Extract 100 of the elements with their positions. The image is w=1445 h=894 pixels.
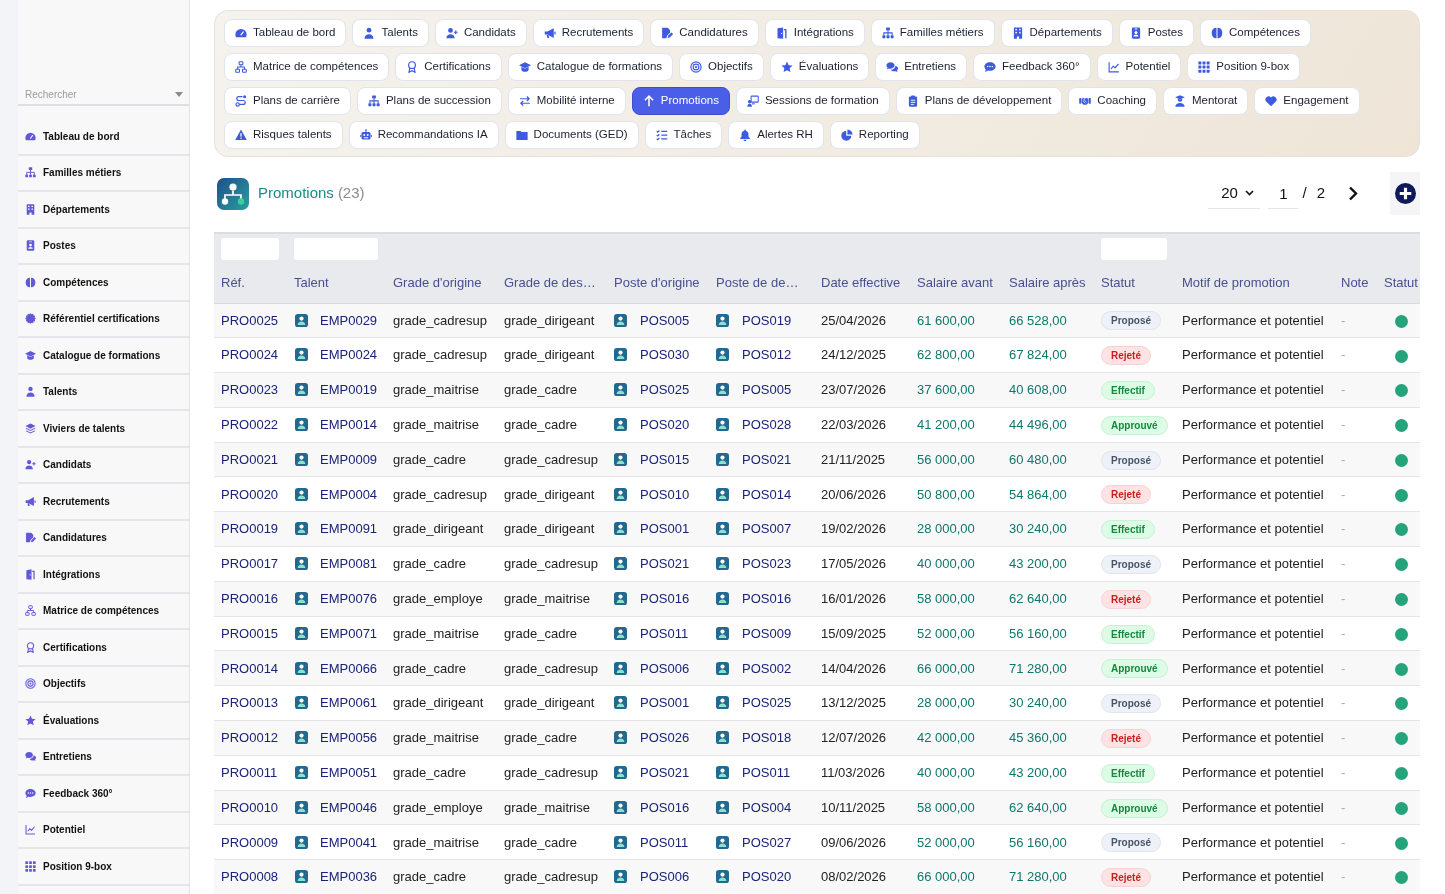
position-link[interactable]: POS025 <box>742 695 792 711</box>
position-link[interactable]: POS004 <box>742 799 792 815</box>
nav-tab[interactable]: Engagement <box>1254 87 1360 115</box>
position-link[interactable]: POS005 <box>742 382 792 398</box>
promotion-link[interactable]: PRO0020 <box>221 486 279 502</box>
position-link[interactable]: POS020 <box>640 417 690 433</box>
search-field[interactable]: Rechercher <box>18 84 189 106</box>
sidebar-item[interactable]: Tableau de bord <box>18 119 189 156</box>
position-link[interactable]: POS011 <box>640 834 689 850</box>
column-header[interactable]: Statut <box>1384 275 1418 290</box>
nav-tab[interactable]: Reporting <box>829 121 920 149</box>
nav-tab[interactable]: Plans de carrière <box>224 87 351 115</box>
nav-tab[interactable]: Tâches <box>644 121 723 149</box>
promotion-link[interactable]: PRO0016 <box>221 591 279 606</box>
talent-link[interactable]: EMP0046 <box>320 799 378 815</box>
position-link[interactable]: POS020 <box>742 869 792 885</box>
position-link[interactable]: POS025 <box>640 382 690 398</box>
talent-link[interactable]: EMP0051 <box>320 765 378 780</box>
column-header[interactable]: Date effective <box>821 275 901 290</box>
nav-tab[interactable]: Coaching <box>1068 87 1157 115</box>
column-header[interactable]: Statut <box>1101 275 1135 290</box>
column-header[interactable]: Salaire après <box>1009 275 1086 290</box>
next-page-button[interactable] <box>1348 186 1358 201</box>
nav-tab[interactable]: Recrutements <box>532 19 645 47</box>
nav-tab[interactable]: Postes <box>1118 19 1194 47</box>
position-link[interactable]: POS018 <box>742 730 792 746</box>
nav-tab[interactable]: Certifications <box>395 53 502 81</box>
column-header[interactable]: Réf. <box>221 275 245 290</box>
sidebar-item[interactable]: Intégrations <box>18 557 189 594</box>
nav-tab[interactable]: Alertes RH <box>728 121 824 149</box>
nav-tab[interactable]: Catalogue de formations <box>507 53 674 81</box>
talent-link[interactable]: EMP0029 <box>320 312 378 328</box>
promotion-link[interactable]: PRO0024 <box>221 347 279 363</box>
talent-link[interactable]: EMP0014 <box>320 417 378 433</box>
position-link[interactable]: POS011 <box>742 765 791 780</box>
position-link[interactable]: POS014 <box>742 486 792 502</box>
position-link[interactable]: POS021 <box>640 765 690 780</box>
position-link[interactable]: POS010 <box>640 486 690 502</box>
talent-link[interactable]: EMP0066 <box>320 660 378 676</box>
sidebar-item[interactable]: Candidatures <box>18 520 189 557</box>
talent-link[interactable]: EMP0076 <box>320 591 378 606</box>
column-header[interactable]: Poste d'origine <box>614 275 700 290</box>
position-link[interactable]: POS026 <box>640 730 690 746</box>
promotion-link[interactable]: PRO0022 <box>221 417 279 433</box>
sidebar-item[interactable]: Catalogue de formations <box>18 338 189 375</box>
promotion-link[interactable]: PRO0012 <box>221 730 279 746</box>
talent-link[interactable]: EMP0024 <box>320 347 378 363</box>
nav-tab[interactable]: Compétences <box>1199 19 1311 47</box>
position-link[interactable]: POS011 <box>640 625 689 641</box>
position-link[interactable]: POS028 <box>742 417 792 433</box>
position-link[interactable]: POS006 <box>640 869 690 885</box>
column-header[interactable]: Motif de promotion <box>1182 275 1290 290</box>
talent-link[interactable]: EMP0004 <box>320 486 378 502</box>
position-link[interactable]: POS001 <box>640 695 690 711</box>
sidebar-item[interactable]: Candidats <box>18 447 189 484</box>
sidebar-item[interactable]: Recrutements <box>18 484 189 521</box>
promotion-link[interactable]: PRO0008 <box>221 869 279 885</box>
nav-tab[interactable]: Risques talents <box>224 121 343 149</box>
promotion-link[interactable]: PRO0023 <box>221 382 279 398</box>
talent-link[interactable]: EMP0091 <box>320 521 378 537</box>
nav-tab[interactable]: Talents <box>352 19 429 47</box>
column-header[interactable]: Salaire avant <box>917 275 993 290</box>
sidebar-item[interactable]: Compétences <box>18 265 189 302</box>
promotion-link[interactable]: PRO0013 <box>221 695 279 711</box>
nav-tab[interactable]: Évaluations <box>769 53 870 81</box>
sidebar-item[interactable]: Viviers de talents <box>18 411 189 448</box>
talent-link[interactable]: EMP0081 <box>320 556 378 572</box>
talent-link[interactable]: EMP0036 <box>320 869 378 885</box>
talent-link[interactable]: EMP0009 <box>320 451 378 467</box>
nav-tab[interactable]: Plans de succession <box>356 87 502 115</box>
talent-link[interactable]: EMP0019 <box>320 382 378 398</box>
nav-tab[interactable]: Documents (GED) <box>504 121 639 149</box>
promotion-link[interactable]: PRO0015 <box>221 625 279 641</box>
sidebar-item[interactable]: Référentiel certifications <box>18 301 189 338</box>
promotion-link[interactable]: PRO0010 <box>221 799 279 815</box>
position-link[interactable]: POS015 <box>640 451 690 467</box>
promotion-link[interactable]: PRO0025 <box>221 312 279 328</box>
position-link[interactable]: POS019 <box>742 312 792 328</box>
column-header[interactable]: Poste de de… <box>716 275 799 290</box>
nav-tab[interactable]: Feedback 360° <box>973 53 1091 81</box>
nav-tab[interactable]: Mentorat <box>1162 87 1249 115</box>
nav-tab[interactable]: Recommandations IA <box>348 121 499 149</box>
position-link[interactable]: POS016 <box>640 799 690 815</box>
promotion-link[interactable]: PRO0017 <box>221 556 279 572</box>
sidebar-item[interactable]: Postes <box>18 228 189 265</box>
promotion-link[interactable]: PRO0011 <box>221 765 278 780</box>
position-link[interactable]: POS016 <box>742 591 792 606</box>
promotion-link[interactable]: PRO0019 <box>221 521 279 537</box>
talent-link[interactable]: EMP0061 <box>320 695 378 711</box>
position-link[interactable]: POS023 <box>742 556 792 572</box>
nav-tab[interactable]: Tableau de bord <box>224 19 347 47</box>
sidebar-item[interactable]: Matrice de compétences <box>18 593 189 630</box>
position-link[interactable]: POS009 <box>742 625 792 641</box>
nav-tab[interactable]: Objectifs <box>679 53 764 81</box>
column-header[interactable]: Talent <box>294 275 329 290</box>
nav-tab[interactable]: Candidatures <box>650 19 759 47</box>
column-header[interactable]: Grade d'origine <box>393 275 482 290</box>
sidebar-item[interactable]: Départements <box>18 192 189 229</box>
column-header[interactable]: Note <box>1341 275 1369 290</box>
position-link[interactable]: POS005 <box>640 312 690 328</box>
